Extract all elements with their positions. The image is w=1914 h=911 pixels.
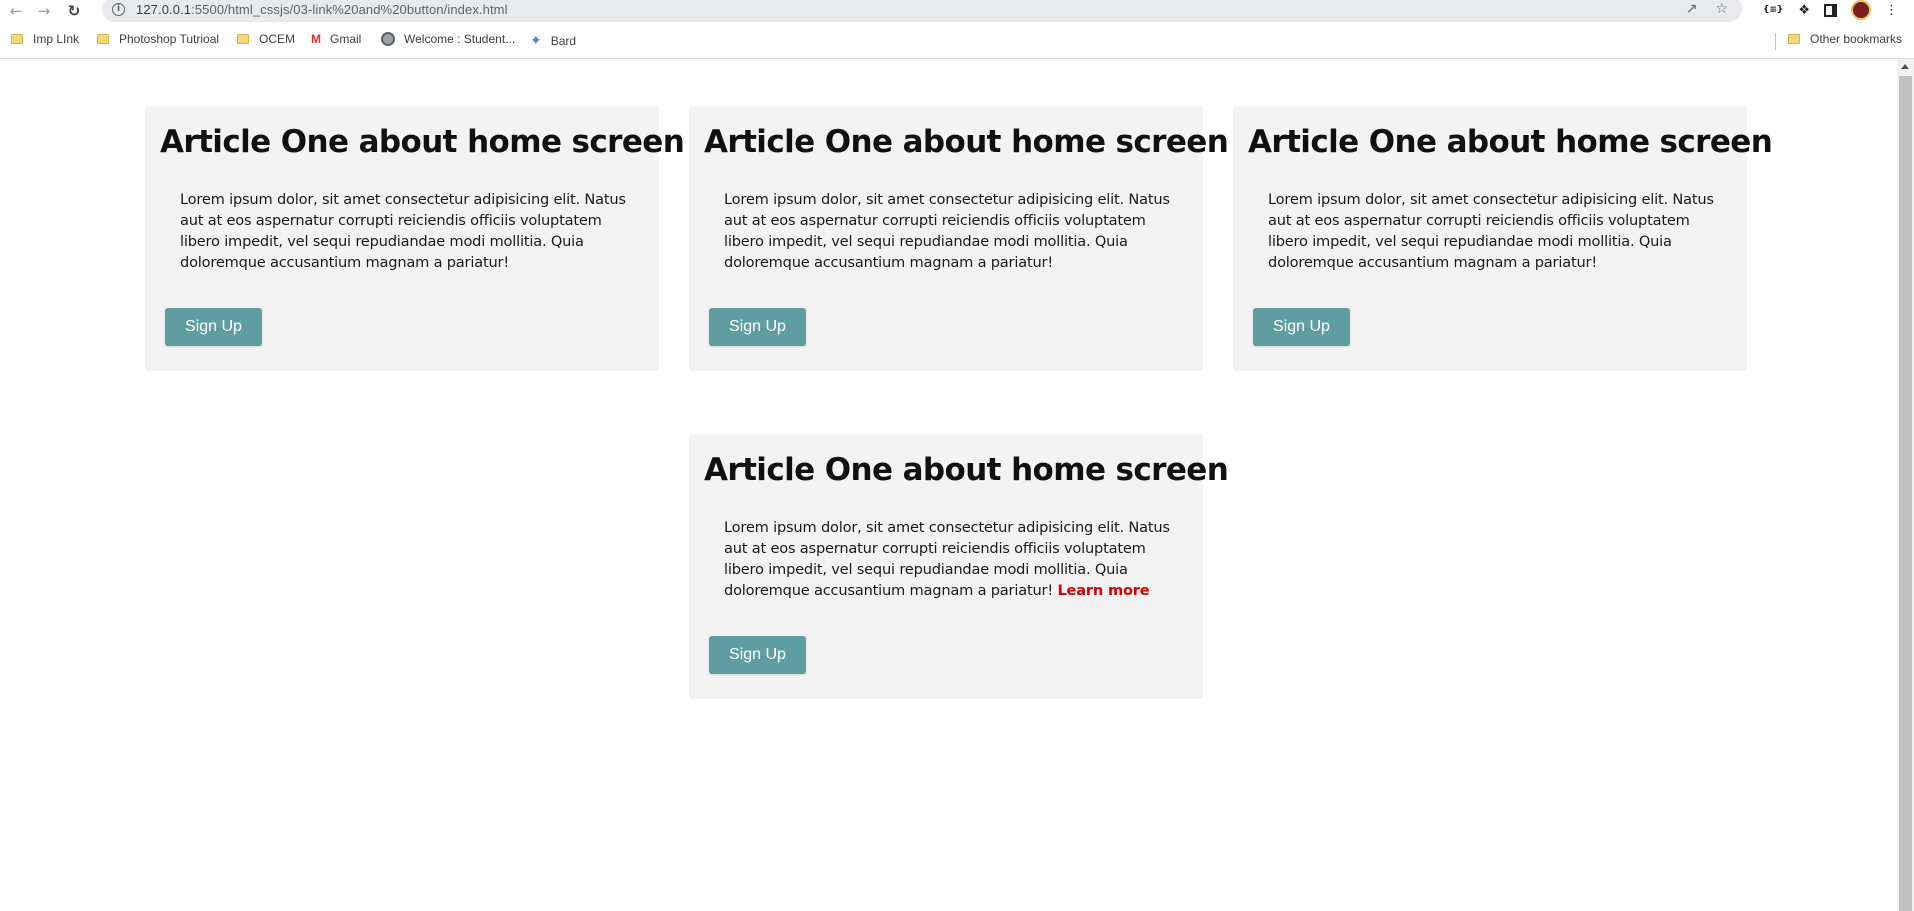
bookmark-star-icon[interactable]: ☆: [1715, 1, 1728, 17]
learn-more-link[interactable]: Learn more: [1057, 582, 1149, 599]
bookmark-label: Imp LInk: [33, 32, 80, 46]
sign-up-button[interactable]: Sign Up: [709, 308, 806, 346]
browser-toolbar: ← → ↻ i 127.0.0.1:5500/html_cssjs/03-lin…: [0, 0, 1914, 22]
bookmark-label: OCEM: [259, 32, 295, 46]
folder-icon: [237, 34, 249, 44]
article-card: Article One about home screen Lorem ipsu…: [689, 434, 1229, 699]
article-text: Lorem ipsum dolor, sit amet consectetur …: [1268, 191, 1714, 271]
other-bookmarks-label: Other bookmarks: [1810, 32, 1903, 46]
bookmark-gmail[interactable]: M Gmail: [311, 32, 361, 46]
bookmark-label: Bard: [550, 33, 577, 48]
bookmark-label: Gmail: [330, 32, 362, 46]
bookmarks-bar: Imp LInk Photoshop Tutrioal OCEM M Gmail…: [0, 27, 1914, 54]
address-bar[interactable]: i 127.0.0.1:5500/html_cssjs/03-link%20an…: [102, 0, 1742, 22]
vertical-scrollbar[interactable]: [1897, 59, 1914, 911]
page-content: Article One about home screen Lorem ipsu…: [0, 59, 1897, 911]
article-text: Lorem ipsum dolor, sit amet consectetur …: [724, 191, 1170, 271]
profile-avatar[interactable]: [1851, 0, 1871, 20]
article-title: Article One about home screen: [160, 124, 685, 160]
gmail-icon: M: [311, 32, 321, 46]
article-title: Article One about home screen: [704, 124, 1229, 160]
bard-sparkle-icon: ✦: [530, 32, 542, 48]
scrollbar-thumb[interactable]: [1899, 76, 1912, 911]
bookmark-photoshop-tutorial[interactable]: Photoshop Tutrioal: [97, 32, 219, 46]
reload-icon[interactable]: ↻: [63, 1, 85, 21]
folder-icon: [1788, 34, 1800, 44]
bookmark-ocem[interactable]: OCEM: [237, 32, 295, 46]
article-title: Article One about home screen: [1248, 124, 1773, 160]
url-text[interactable]: 127.0.0.1:5500/html_cssjs/03-link%20and%…: [136, 2, 508, 17]
article-card: Article One about home screen Lorem ipsu…: [1233, 106, 1773, 371]
globe-icon: [381, 32, 395, 46]
article-title: Article One about home screen: [704, 452, 1229, 488]
article-card: Article One about home screen Lorem ipsu…: [689, 106, 1229, 371]
bookmark-welcome-student[interactable]: Welcome : Student...: [381, 32, 515, 46]
sign-up-button[interactable]: Sign Up: [165, 308, 262, 346]
bookmark-label: Welcome : Student...: [404, 32, 516, 46]
bookmark-imp-link[interactable]: Imp LInk: [11, 32, 79, 46]
scroll-up-arrow-icon[interactable]: [1901, 64, 1909, 69]
bookmark-label: Photoshop Tutrioal: [119, 32, 220, 46]
other-bookmarks[interactable]: Other bookmarks: [1788, 32, 1902, 46]
side-panel-icon[interactable]: [1824, 3, 1837, 17]
bookmarks-divider: [1775, 33, 1776, 50]
sign-up-button[interactable]: Sign Up: [709, 636, 806, 674]
folder-icon: [11, 34, 23, 44]
article-card: Article One about home screen Lorem ipsu…: [145, 106, 685, 371]
extension-code-icon[interactable]: {≡}: [1762, 4, 1784, 16]
sign-up-button[interactable]: Sign Up: [1253, 308, 1350, 346]
site-info-icon[interactable]: i: [112, 2, 125, 16]
menu-kebab-icon[interactable]: ⋮: [1885, 3, 1898, 18]
back-arrow-icon[interactable]: ←: [5, 1, 27, 21]
article-text: Lorem ipsum dolor, sit amet consectetur …: [724, 519, 1170, 599]
puzzle-extensions-icon[interactable]: ❖: [1798, 3, 1810, 18]
forward-arrow-icon[interactable]: →: [33, 1, 55, 21]
bookmark-bard[interactable]: ✦ Bard: [530, 32, 576, 49]
folder-icon: [97, 34, 109, 44]
share-icon[interactable]: ↗: [1686, 1, 1698, 17]
article-text: Lorem ipsum dolor, sit amet consectetur …: [180, 191, 626, 271]
